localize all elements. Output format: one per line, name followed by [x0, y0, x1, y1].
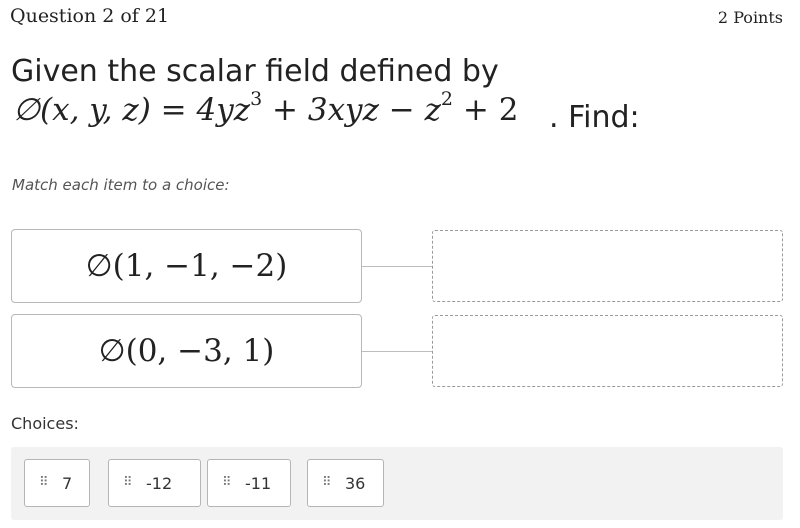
connector-line	[362, 266, 432, 267]
question-line-2: ∅(x, y, z) = 4yz3 + 3xyz − z2 + 2 . Find…	[11, 89, 791, 142]
choice-chip[interactable]: ⠿ 7	[24, 459, 90, 507]
choice-chip[interactable]: ⠿ 36	[307, 459, 384, 507]
choices-label: Choices:	[11, 414, 79, 433]
choice-label: -11	[245, 473, 272, 493]
drag-handle-icon[interactable]: ⠿	[39, 476, 49, 490]
question-number: Question 2 of 21	[10, 5, 170, 27]
choices-tray: ⠿ 7 ⠿ -12 ⠿ -11 ⠿ 36	[11, 447, 783, 520]
prompt-expression: ∅(0, −3, 1)	[98, 333, 275, 369]
choice-label: -12	[146, 473, 173, 493]
points-value: 2 Points	[717, 8, 783, 27]
prompt-expression: ∅(1, −1, −2)	[85, 248, 288, 284]
formula-lhs: ∅(x, y, z) = 4yz	[13, 92, 251, 128]
find-text: . Find:	[549, 100, 640, 135]
match-prompt: ∅(1, −1, −2)	[11, 229, 362, 303]
answer-drop-zone[interactable]	[432, 230, 783, 302]
choice-chip[interactable]: ⠿ -12	[108, 459, 201, 507]
choice-chip[interactable]: ⠿ -11	[207, 459, 291, 507]
match-row: ∅(0, −3, 1)	[11, 314, 783, 388]
drag-handle-icon[interactable]: ⠿	[322, 476, 332, 490]
match-row: ∅(1, −1, −2)	[11, 229, 783, 303]
formula-tail: + 2	[453, 92, 519, 128]
question-header: Question 2 of 21 2 Points	[0, 0, 800, 38]
question-text: Given the scalar field defined by ∅(x, y…	[11, 52, 791, 142]
drag-handle-icon[interactable]: ⠿	[123, 476, 133, 490]
choice-label: 36	[345, 473, 366, 493]
formula-middle: + 3xyz − z	[262, 92, 441, 128]
choice-label: 7	[62, 473, 73, 493]
connector-line	[362, 351, 432, 352]
question-line-1: Given the scalar field defined by	[11, 54, 499, 89]
drag-handle-icon[interactable]: ⠿	[222, 476, 232, 490]
formula-exponent-2: 2	[440, 87, 454, 110]
match-prompt: ∅(0, −3, 1)	[11, 314, 362, 388]
scalar-field-formula: ∅(x, y, z) = 4yz3 + 3xyz − z2 + 2	[13, 89, 519, 128]
match-instruction: Match each item to a choice:	[12, 176, 230, 194]
answer-drop-zone[interactable]	[432, 315, 783, 387]
formula-exponent-1: 3	[250, 87, 263, 110]
